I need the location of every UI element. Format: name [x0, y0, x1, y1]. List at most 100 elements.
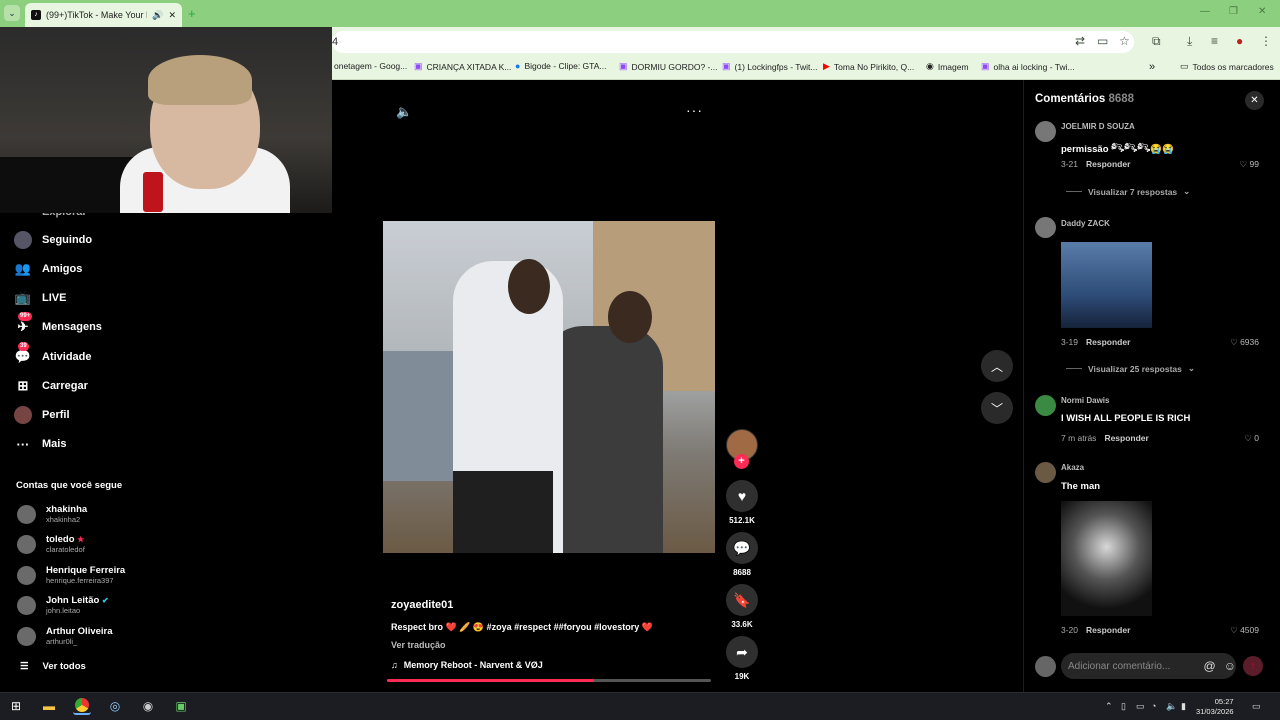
- battery-icon[interactable]: ▮: [1181, 701, 1186, 712]
- sidebar-item-activity[interactable]: 💬 39 Atividade: [14, 342, 92, 366]
- more-options-icon[interactable]: ···: [686, 102, 703, 118]
- browser-tab[interactable]: ♪ (99+)TikTok - Make Your Da 🔊 ✕: [25, 3, 182, 27]
- reply-button[interactable]: Responder: [1086, 337, 1130, 347]
- bookmark-item[interactable]: ▣ DORMIU GORDO? -...: [619, 61, 717, 72]
- reply-button[interactable]: Responder: [1086, 625, 1130, 635]
- speaker-icon[interactable]: 🔊: [152, 10, 163, 21]
- comment-user[interactable]: Akaza: [1061, 463, 1084, 472]
- bookmark-item[interactable]: onetagem - Goog...: [334, 61, 407, 71]
- following-account[interactable]: toledo ★ claratoledof: [17, 534, 85, 554]
- translate-icon[interactable]: ⇄: [1075, 34, 1085, 48]
- sidebar-item-messages[interactable]: ✈ 99+ Mensagens: [14, 312, 102, 336]
- bookmarks-overflow[interactable]: »: [1149, 61, 1155, 73]
- share-button[interactable]: ➦: [726, 636, 758, 668]
- bookmark-item[interactable]: ▶ Toma No Pirikito, Q...: [823, 61, 914, 72]
- sidebar-item-friends[interactable]: 👥 Amigos: [14, 260, 82, 278]
- previous-video-button[interactable]: ︿: [981, 350, 1013, 382]
- sidebar-item-live[interactable]: 📺 LIVE: [14, 289, 67, 307]
- windows-icon[interactable]: ⊞: [7, 697, 25, 715]
- volume-tray-icon[interactable]: 🔈: [1166, 701, 1177, 712]
- emoji-icon[interactable]: ☺: [1224, 659, 1236, 673]
- following-account[interactable]: John Leitão ✔ john.leitao: [17, 595, 109, 615]
- comment-image[interactable]: [1061, 242, 1152, 328]
- bookmark-item[interactable]: ▣ (1) Lockingfps - Twit...: [722, 61, 818, 72]
- close-comments-button[interactable]: ✕: [1245, 91, 1264, 110]
- obs-icon[interactable]: ◉: [139, 697, 157, 715]
- comment-user[interactable]: Daddy ZACK: [1061, 219, 1110, 228]
- avatar[interactable]: [1035, 395, 1056, 416]
- notifications-icon[interactable]: ▭: [1252, 701, 1261, 712]
- sidebar-item-profile[interactable]: Perfil: [14, 406, 70, 424]
- new-tab-button[interactable]: +: [188, 6, 196, 21]
- save-button[interactable]: 🔖: [726, 584, 758, 616]
- chrome-icon[interactable]: [73, 697, 91, 715]
- following-account[interactable]: Henrique Ferreira henrique.ferreira397: [17, 565, 125, 585]
- window-close-icon[interactable]: ✕: [1258, 6, 1266, 17]
- minimize-icon[interactable]: —: [1200, 6, 1210, 17]
- bookmark-item[interactable]: ◉ Imagem: [926, 61, 969, 72]
- like-button[interactable]: ♥: [726, 480, 758, 512]
- translate-link[interactable]: Ver tradução: [391, 640, 446, 650]
- reply-button[interactable]: Responder: [1086, 159, 1130, 169]
- video-author[interactable]: zoyaedite01: [391, 599, 453, 611]
- video-player[interactable]: [383, 221, 715, 553]
- menu-icon[interactable]: ⋮: [1260, 34, 1272, 48]
- comment-button[interactable]: 💬: [726, 532, 758, 564]
- music-link[interactable]: ♫ Memory Reboot - Narvent & VØJ: [391, 660, 543, 670]
- restore-icon[interactable]: ❐: [1229, 6, 1238, 17]
- media-icon[interactable]: ≡: [1211, 34, 1218, 48]
- send-comment-button[interactable]: ↑: [1243, 656, 1263, 676]
- wifi-icon[interactable]: ◔: [1151, 701, 1156, 711]
- sidebar-item-label: Mais: [42, 438, 67, 450]
- following-account[interactable]: xhakinha xhakinha2: [17, 504, 87, 524]
- see-all-following[interactable]: ☰ Ver todos: [20, 661, 86, 672]
- comment-image[interactable]: [1061, 501, 1152, 616]
- bookmark-item[interactable]: ● Bigode - Clipe: GTA...: [515, 61, 606, 71]
- sidebar-item-more[interactable]: ··· Mais: [14, 435, 67, 453]
- follow-plus-icon[interactable]: +: [734, 454, 749, 469]
- comment-user[interactable]: JOELMIR D SOUZA: [1061, 122, 1135, 131]
- extensions-icon[interactable]: ⧉: [1152, 34, 1161, 49]
- next-video-button[interactable]: ﹀: [981, 392, 1013, 424]
- mention-icon[interactable]: @: [1204, 659, 1216, 673]
- comment-like[interactable]: ♡ 6936: [1230, 337, 1259, 348]
- terminal-icon[interactable]: ▣: [172, 697, 190, 715]
- view-replies[interactable]: Visualizar 7 respostas ⌄: [1066, 186, 1190, 197]
- sidebar-item-following[interactable]: Seguindo: [14, 231, 92, 249]
- close-icon[interactable]: ✕: [168, 10, 176, 21]
- view-replies[interactable]: Visualizar 25 respostas ⌄: [1066, 363, 1195, 374]
- download-icon[interactable]: ⤓: [1187, 34, 1192, 49]
- address-bar[interactable]: [332, 31, 1134, 53]
- comment-like[interactable]: ♡ 99: [1240, 159, 1259, 170]
- avatar[interactable]: [1035, 217, 1056, 238]
- video-progress-bar[interactable]: [387, 679, 711, 682]
- cast-icon[interactable]: ▭: [1097, 34, 1108, 48]
- following-account[interactable]: Arthur Oliveira arthur0li_: [17, 626, 113, 646]
- profile-shield-icon[interactable]: ●: [1236, 34, 1243, 48]
- account-name: John Leitão: [46, 595, 100, 606]
- bookmark-item[interactable]: ▣ CRIANÇA XITADA K...: [414, 61, 511, 72]
- comment-like[interactable]: ♡ 4509: [1230, 625, 1259, 636]
- avatar[interactable]: [1035, 462, 1056, 483]
- star-icon[interactable]: ☆: [1119, 34, 1130, 48]
- music-title: Memory Reboot - Narvent & VØJ: [403, 660, 543, 670]
- heart-outline-icon: ♡: [1244, 433, 1252, 443]
- avatar[interactable]: [1035, 121, 1056, 142]
- reply-button[interactable]: Responder: [1104, 433, 1148, 443]
- bookmark-item[interactable]: ▣ olha ai locking - Twi...: [981, 61, 1075, 72]
- all-bookmarks[interactable]: ▭ Todos os marcadores: [1180, 61, 1274, 72]
- file-explorer-icon[interactable]: ▬: [40, 697, 58, 715]
- comment-user[interactable]: Normi Dawis: [1061, 396, 1109, 405]
- tab-search-dropdown[interactable]: ⌄: [4, 5, 20, 21]
- all-bookmarks-label: Todos os marcadores: [1192, 61, 1274, 72]
- comment-like[interactable]: ♡ 0: [1244, 433, 1259, 444]
- tray-app-icon[interactable]: ▯: [1121, 701, 1126, 712]
- comment-input[interactable]: Adicionar comentário... @ ☺: [1061, 653, 1236, 679]
- system-clock[interactable]: 05:27 31/03/2026: [1196, 697, 1234, 717]
- steam-icon[interactable]: ◎: [106, 697, 124, 715]
- tray-app-icon[interactable]: ▭: [1136, 701, 1145, 712]
- sidebar-item-upload[interactable]: ⊞ Carregar: [14, 377, 88, 395]
- tray-chevron-icon[interactable]: ⌃: [1105, 701, 1113, 712]
- heart-outline-icon: ♡: [1230, 337, 1238, 347]
- volume-icon[interactable]: 🔈: [396, 104, 412, 120]
